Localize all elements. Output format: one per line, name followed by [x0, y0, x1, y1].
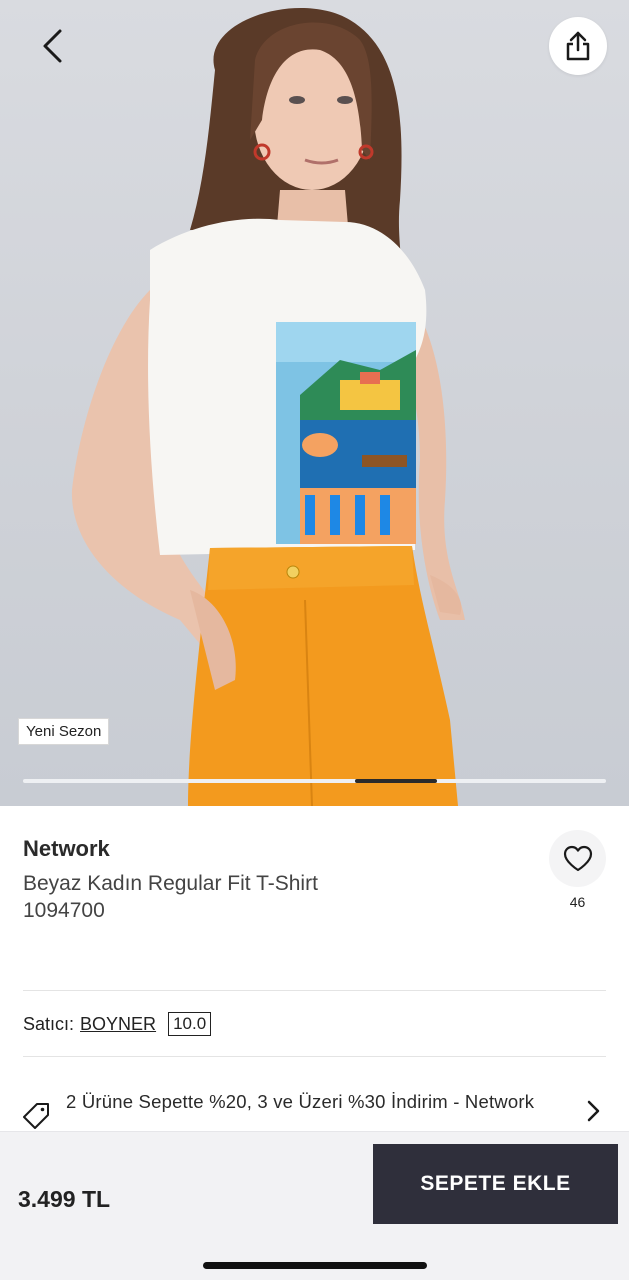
chevron-left-icon: [43, 29, 62, 63]
gallery-progress-bar: [23, 779, 606, 783]
product-price: 3.499 TL: [18, 1186, 111, 1212]
favorite-button[interactable]: [549, 830, 606, 887]
gallery-progress-current: [355, 779, 437, 783]
new-season-badge: Yeni Sezon: [18, 718, 110, 745]
seller-link[interactable]: BOYNER: [80, 1014, 156, 1035]
share-icon: [566, 31, 590, 61]
back-button[interactable]: [28, 22, 76, 70]
seller-label: Satıcı:: [23, 1013, 75, 1034]
product-brand[interactable]: Network: [23, 836, 110, 862]
heart-icon: [563, 845, 592, 872]
chevron-right-icon: [587, 1100, 600, 1122]
bottom-purchase-bar: 3.499 TL SEPETE EKLE: [0, 1131, 629, 1280]
seller-row: Satıcı: BOYNER 10.0: [23, 1012, 212, 1036]
shirt-print: [276, 322, 416, 544]
product-photo: [71, 8, 465, 806]
product-image-gallery[interactable]: Yeni Sezon: [0, 0, 629, 806]
promotion-text: 2 Ürüne Sepette %20, 3 ve Üzeri %30 İndi…: [66, 1091, 535, 1112]
add-to-cart-button[interactable]: SEPETE EKLE: [373, 1144, 618, 1224]
divider: [23, 1056, 606, 1057]
share-button[interactable]: [549, 17, 607, 75]
product-title: Beyaz Kadın Regular Fit T-Shirt 1094700: [23, 872, 318, 922]
seller-score-badge: 10.0: [168, 1012, 212, 1036]
home-indicator: [203, 1262, 427, 1269]
promotion-row[interactable]: 2 Ürüne Sepette %20, 3 ve Üzeri %30 İndi…: [23, 1086, 606, 1132]
divider: [23, 990, 606, 991]
favorite-count: 46: [569, 894, 586, 910]
price-tag-icon: [23, 1103, 49, 1129]
